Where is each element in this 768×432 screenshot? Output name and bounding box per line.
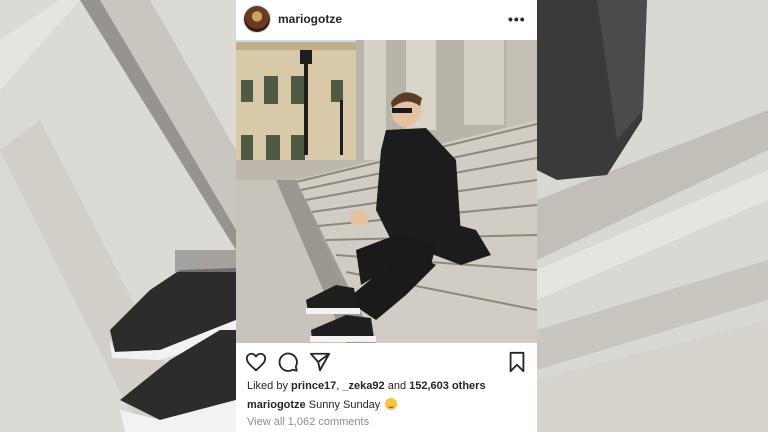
bookmark-icon[interactable]	[506, 351, 528, 373]
photo-illustration	[236, 40, 537, 343]
more-options-icon[interactable]: •••	[508, 11, 526, 27]
likes-count[interactable]: 152,603 others	[409, 380, 485, 392]
liked-user-1[interactable]: prince17	[291, 380, 336, 392]
likes-and: and	[387, 380, 407, 392]
comment-icon[interactable]	[277, 351, 299, 373]
likes-prefix: Liked by	[247, 380, 288, 392]
post-caption: mariogotze Sunny Sunday	[247, 398, 398, 411]
avatar[interactable]	[244, 6, 270, 32]
likes-separator: ,	[336, 380, 340, 392]
caption-text: Sunny Sunday	[308, 399, 381, 411]
post-username[interactable]: mariogotze	[278, 12, 342, 26]
background-right-panel	[537, 0, 768, 432]
background-stairs-image	[537, 0, 768, 432]
liked-user-2[interactable]: _zeka92	[342, 380, 384, 392]
view-all-comments-link[interactable]: View all 1,062 comments	[247, 416, 369, 428]
instagram-post-card: mariogotze ••• Liked by prince17, _zeka9…	[236, 0, 537, 432]
post-actions-bar	[236, 345, 537, 379]
likes-summary[interactable]: Liked by prince17, _zeka92 and 152,603 o…	[247, 380, 486, 392]
post-photo[interactable]	[236, 40, 537, 343]
smiling-face-emoji	[385, 398, 398, 410]
background-steps-image	[0, 0, 236, 432]
heart-icon[interactable]	[245, 351, 267, 373]
caption-username[interactable]: mariogotze	[247, 399, 306, 411]
post-header: mariogotze •••	[236, 0, 537, 40]
share-icon[interactable]	[309, 351, 331, 373]
background-left-panel	[0, 0, 236, 432]
